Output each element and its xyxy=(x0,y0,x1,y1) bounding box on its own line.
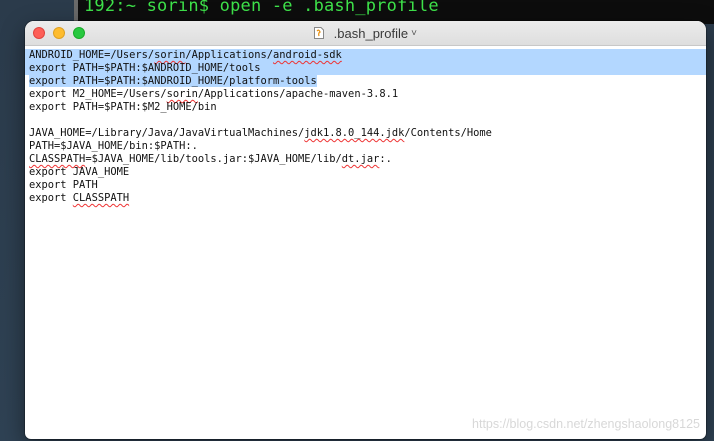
spellcheck-flagged-word: sorin xyxy=(166,88,198,100)
document-icon xyxy=(314,27,325,39)
editor-text: export PATH xyxy=(29,179,98,191)
editor-text: export xyxy=(29,192,73,204)
textedit-window[interactable]: .bash_profile ˅ ANDROID_HOME=/Users/sori… xyxy=(25,21,706,439)
window-title-text: .bash_profile xyxy=(330,25,409,41)
editor-text: export PATH=$PATH:$ANDROID_HOME/platform… xyxy=(29,75,317,87)
editor-text: /Applications/apache-maven-3.8.1 xyxy=(197,88,399,100)
editor-line[interactable]: export PATH=$PATH:$M2_HOME/bin xyxy=(25,101,706,114)
editor-text: ANDROID_HOME=/Users/ xyxy=(29,49,155,61)
editor-line[interactable]: export PATH=$PATH:$ANDROID_HOME/platform… xyxy=(25,75,706,88)
editor-line[interactable]: export PATH xyxy=(25,179,706,192)
spellcheck-flagged-word: jdk1.8.0_144.jdk xyxy=(304,127,405,139)
editor-text: export PATH=$PATH:$ANDROID_HOME/tools xyxy=(29,62,261,74)
spellcheck-flagged-word: android-sdk xyxy=(273,49,342,61)
chevron-down-icon[interactable]: ˅ xyxy=(411,28,417,39)
spellcheck-flagged-word: dt.jar xyxy=(341,153,380,165)
editor-line[interactable]: export CLASSPATH xyxy=(25,192,706,205)
window-title[interactable]: .bash_profile ˅ xyxy=(25,25,706,41)
editor-text: /Contents/Home xyxy=(404,127,492,139)
editor-line[interactable]: CLASSPATH=$JAVA_HOME/lib/tools.jar:$JAVA… xyxy=(25,153,706,166)
editor-text: export JAVA_HOME xyxy=(29,166,130,178)
editor-text: export PATH=$PATH:$M2_HOME/bin xyxy=(29,101,217,113)
editor-text: JAVA_HOME=/Library/Java/JavaVirtualMachi… xyxy=(29,127,305,139)
editor-line[interactable]: export PATH=$PATH:$ANDROID_HOME/tools xyxy=(25,62,706,75)
spellcheck-flagged-word: sorin xyxy=(154,49,186,61)
editor-text: export M2_HOME=/Users/ xyxy=(29,88,167,100)
terminal-command-line: 192:~ sorin$ open -e .bash_profile xyxy=(84,0,439,16)
text-editor-area[interactable]: ANDROID_HOME=/Users/sorin/Applications/a… xyxy=(25,46,706,439)
editor-line[interactable]: export M2_HOME=/Users/sorin/Applications… xyxy=(25,88,706,101)
editor-text: PATH=$JAVA_HOME/bin:$PATH:. xyxy=(29,140,198,152)
spellcheck-flagged-word: CLASSPATH xyxy=(29,153,86,165)
editor-text: =$JAVA_HOME/lib/tools.jar:$JAVA_HOME/lib… xyxy=(85,153,342,165)
editor-text: /Applications/ xyxy=(185,49,273,61)
editor-line[interactable]: export JAVA_HOME xyxy=(25,166,706,179)
editor-line[interactable]: ANDROID_HOME=/Users/sorin/Applications/a… xyxy=(25,49,706,62)
title-bar[interactable]: .bash_profile ˅ xyxy=(25,21,706,46)
editor-text: :. xyxy=(379,153,392,165)
editor-line[interactable]: PATH=$JAVA_HOME/bin:$PATH:. xyxy=(25,140,706,153)
watermark: https://blog.csdn.net/zhengshaolong8125 xyxy=(472,417,700,431)
editor-line[interactable]: JAVA_HOME=/Library/Java/JavaVirtualMachi… xyxy=(25,127,706,140)
editor-line[interactable] xyxy=(25,114,706,127)
spellcheck-flagged-word: CLASSPATH xyxy=(72,192,130,204)
